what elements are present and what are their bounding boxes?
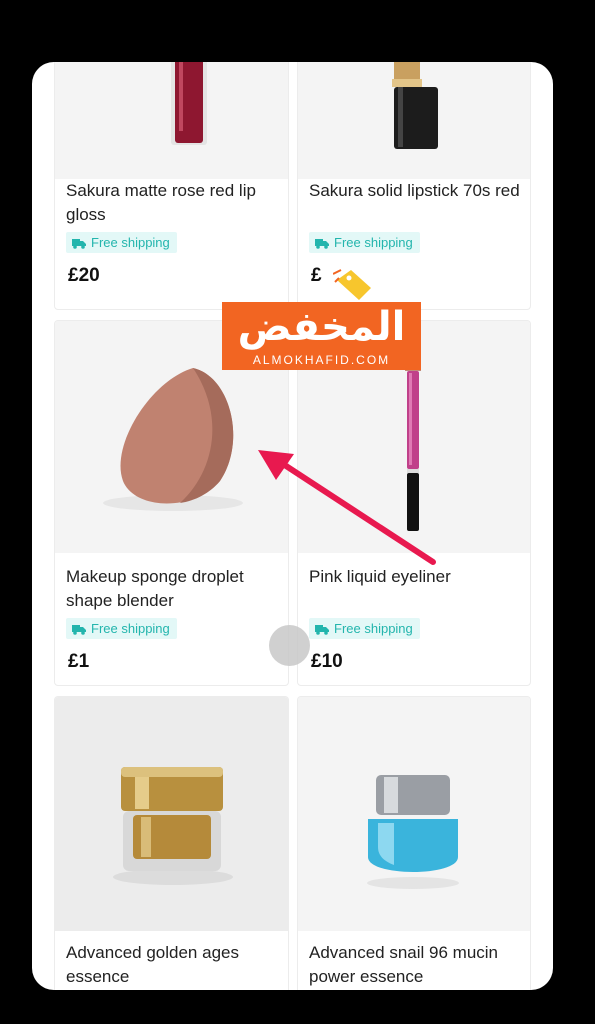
product-card[interactable]: Advanced golden ages essence: [54, 696, 289, 990]
product-title: Sakura matte rose red lip gloss: [66, 181, 256, 224]
product-price: £1: [68, 651, 90, 672]
snail-essence-jar-image: [367, 775, 459, 889]
free-shipping-label: Free shipping: [91, 235, 170, 250]
product-title: Sakura solid lipstick 70s red: [309, 181, 520, 200]
truck-icon: [315, 238, 329, 249]
lipstick-image: [392, 62, 438, 149]
truck-icon: [72, 624, 86, 635]
free-shipping-badge: Free shipping: [309, 232, 420, 253]
free-shipping-label: Free shipping: [334, 621, 413, 636]
free-shipping-label: Free shipping: [334, 235, 413, 250]
golden-cream-jar-image: [113, 767, 233, 885]
truck-icon: [315, 624, 329, 635]
truck-icon: [72, 238, 86, 249]
lip-gloss-image: [171, 62, 207, 145]
product-price: £10: [311, 651, 343, 672]
product-card[interactable]: Advanced snail 96 mucin power essence: [297, 696, 531, 990]
free-shipping-badge: Free shipping: [309, 618, 420, 639]
watermark-logo: المخفض ALMOKHAFID.COM: [222, 302, 421, 370]
product-price: £: [311, 265, 322, 286]
product-card[interactable]: Sakura matte rose red lip gloss Free shi…: [54, 62, 289, 310]
annotation-arrow: [258, 450, 436, 565]
product-image[interactable]: [55, 697, 288, 931]
touch-indicator: [269, 625, 310, 666]
product-image[interactable]: [55, 62, 288, 179]
product-title: Advanced golden ages essence: [66, 943, 239, 986]
product-title: Advanced snail 96 mucin power essence: [309, 943, 499, 986]
watermark-latin-text: ALMOKHAFID.COM: [252, 353, 391, 367]
watermark-arabic-text: المخفض: [237, 304, 406, 350]
product-title: Makeup sponge droplet shape blender: [66, 567, 244, 610]
product-image[interactable]: [298, 62, 530, 179]
price-tag-icon: [333, 269, 371, 300]
product-price: £20: [68, 265, 100, 286]
free-shipping-badge: Free shipping: [66, 618, 177, 639]
free-shipping-badge: Free shipping: [66, 232, 177, 253]
product-image[interactable]: [298, 697, 530, 931]
free-shipping-label: Free shipping: [91, 621, 170, 636]
